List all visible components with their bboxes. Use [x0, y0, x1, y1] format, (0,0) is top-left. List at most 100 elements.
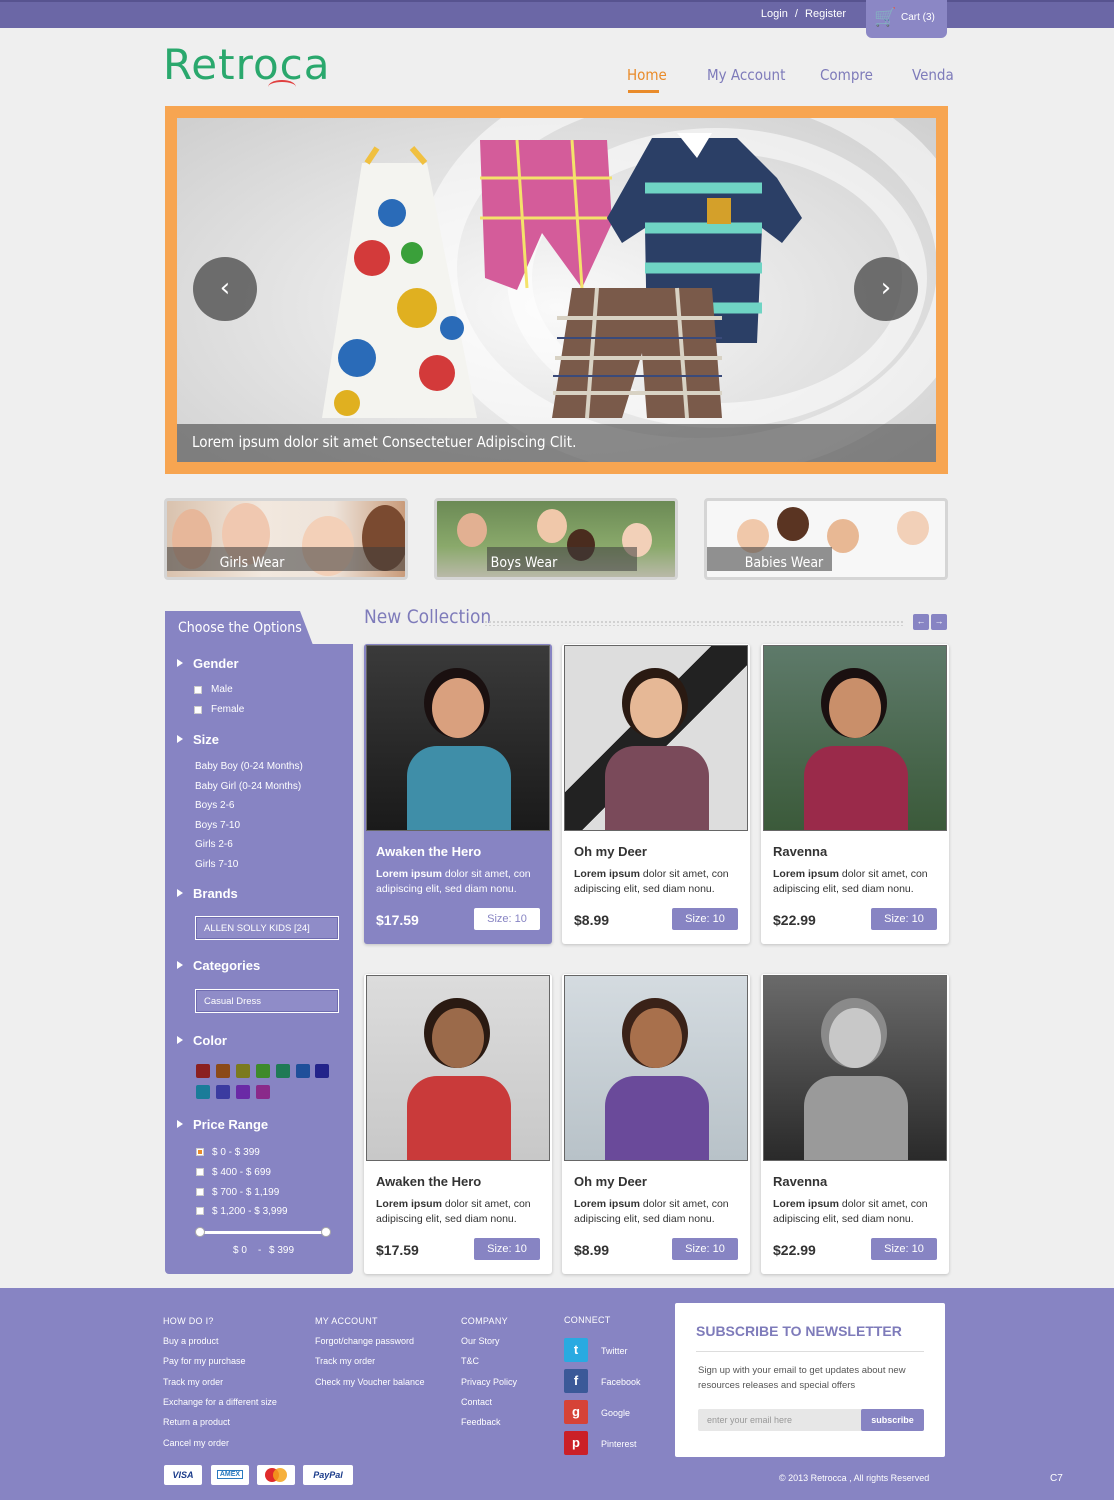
cart-button[interactable]: 🛒 Cart (3) — [866, 0, 947, 38]
color-swatch[interactable] — [315, 1064, 329, 1078]
social-link-label[interactable]: Google — [601, 1408, 630, 1418]
collection-prev-button[interactable]: ← — [913, 614, 929, 630]
register-link[interactable]: Register — [805, 8, 846, 20]
filter-size-heading[interactable]: Size — [176, 732, 219, 747]
google-icon[interactable]: g — [564, 1400, 588, 1424]
price-option-checkbox[interactable] — [196, 1188, 204, 1196]
color-swatch[interactable] — [196, 1085, 210, 1099]
filter-price-heading[interactable]: Price Range — [176, 1117, 268, 1132]
product-name[interactable]: Awaken the Hero — [376, 1174, 481, 1189]
product-name[interactable]: Ravenna — [773, 1174, 827, 1189]
slider-prev-button[interactable]: ‹ — [193, 257, 257, 321]
collection-next-button[interactable]: → — [931, 614, 947, 630]
product-name[interactable]: Ravenna — [773, 844, 827, 859]
size-option[interactable]: Girls 2-6 — [195, 839, 233, 850]
size-option[interactable]: Girls 7-10 — [195, 859, 238, 870]
price-option-checkbox[interactable] — [196, 1168, 204, 1176]
size-option[interactable]: Boys 7-10 — [195, 820, 240, 831]
size-button[interactable]: Size: 10 — [474, 908, 540, 930]
product-card[interactable]: Awaken the Hero Lorem ipsum dolor sit ame… — [364, 974, 552, 1274]
product-photo[interactable] — [366, 645, 550, 831]
size-option[interactable]: Baby Boy (0-24 Months) — [195, 761, 303, 772]
category-boys-wear[interactable]: Boys Wear — [434, 498, 678, 580]
color-swatch[interactable] — [276, 1064, 290, 1078]
pinterest-icon[interactable]: p — [564, 1431, 588, 1455]
gender-female-checkbox[interactable] — [194, 706, 202, 714]
price-option-label: $ 700 - $ 1,199 — [212, 1187, 280, 1198]
price-range-max-handle[interactable] — [321, 1227, 331, 1237]
product-photo[interactable] — [564, 645, 748, 831]
facebook-icon[interactable]: f — [564, 1369, 588, 1393]
product-card[interactable]: Ravenna Lorem ipsum dolor sit amet, con a… — [761, 644, 949, 944]
product-photo[interactable] — [366, 975, 550, 1161]
brand-select[interactable]: ALLEN SOLLY KIDS [24] — [195, 916, 339, 940]
color-swatch[interactable] — [256, 1064, 270, 1078]
footer-link[interactable]: T&C — [461, 1356, 479, 1366]
category-girls-wear[interactable]: Girls Wear — [164, 498, 408, 580]
footer-link[interactable]: Buy a product — [163, 1336, 219, 1346]
subscribe-button[interactable]: subscribe — [861, 1409, 924, 1431]
footer-link[interactable]: Forgot/change password — [315, 1336, 414, 1346]
size-option[interactable]: Boys 2-6 — [195, 800, 234, 811]
filter-categories-heading[interactable]: Categories — [176, 958, 260, 973]
size-button[interactable]: Size: 10 — [871, 908, 937, 930]
color-swatch[interactable] — [216, 1085, 230, 1099]
footer-link[interactable]: Track my order — [163, 1377, 223, 1387]
nav-compre[interactable]: Compre — [820, 66, 873, 84]
size-button[interactable]: Size: 10 — [474, 1238, 540, 1260]
product-card[interactable]: Awaken the Hero Lorem ipsum dolor sit ame… — [364, 644, 552, 944]
product-card[interactable]: Ravenna Lorem ipsum dolor sit amet, con a… — [761, 974, 949, 1274]
product-description: Lorem ipsum dolor sit amet, con adipisci… — [773, 867, 941, 897]
color-swatch[interactable] — [196, 1064, 210, 1078]
price-option-checkbox[interactable] — [196, 1148, 204, 1156]
nav-my-account[interactable]: My Account — [707, 66, 785, 84]
filter-color-heading[interactable]: Color — [177, 1033, 227, 1048]
social-link-label[interactable]: Twitter — [601, 1346, 628, 1356]
photo-face — [457, 513, 487, 547]
footer-link[interactable]: Exchange for a different size — [163, 1397, 277, 1407]
login-link[interactable]: Login — [761, 8, 788, 20]
color-swatch[interactable] — [236, 1085, 250, 1099]
filter-gender-heading[interactable]: Gender — [177, 656, 239, 671]
social-link-label[interactable]: Facebook — [601, 1377, 641, 1387]
footer-link[interactable]: Pay for my purchase — [163, 1356, 246, 1366]
hanger-icon — [268, 80, 296, 94]
size-button[interactable]: Size: 10 — [871, 1238, 937, 1260]
size-button[interactable]: Size: 10 — [672, 1238, 738, 1260]
footer-link[interactable]: Our Story — [461, 1336, 500, 1346]
twitter-icon[interactable]: t — [564, 1338, 588, 1362]
color-swatch[interactable] — [236, 1064, 250, 1078]
color-swatch[interactable] — [296, 1064, 310, 1078]
product-photo[interactable] — [763, 975, 947, 1161]
product-card[interactable]: Oh my Deer Lorem ipsum dolor sit amet, co… — [562, 974, 750, 1274]
footer-link[interactable]: Contact — [461, 1397, 492, 1407]
product-card[interactable]: Oh my Deer Lorem ipsum dolor sit amet, co… — [562, 644, 750, 944]
gender-male-checkbox[interactable] — [194, 686, 202, 694]
color-swatch[interactable] — [216, 1064, 230, 1078]
price-option-checkbox[interactable] — [196, 1207, 204, 1215]
footer-link[interactable]: Check my Voucher balance — [315, 1377, 425, 1387]
slider-next-button[interactable]: › — [854, 257, 918, 321]
footer-link[interactable]: Track my order — [315, 1356, 375, 1366]
category-babies-wear[interactable]: Babies Wear — [704, 498, 948, 580]
nav-venda[interactable]: Venda — [912, 66, 954, 84]
logo[interactable]: Retroca — [163, 40, 330, 89]
footer-link[interactable]: Return a product — [163, 1417, 230, 1427]
footer-link[interactable]: Feedback — [461, 1417, 501, 1427]
category-select[interactable]: Casual Dress — [195, 989, 339, 1013]
product-photo[interactable] — [564, 975, 748, 1161]
product-name[interactable]: Oh my Deer — [574, 844, 647, 859]
product-description-bold: Lorem ipsum — [376, 1198, 442, 1210]
size-button[interactable]: Size: 10 — [672, 908, 738, 930]
nav-home[interactable]: Home — [627, 66, 667, 84]
size-option[interactable]: Baby Girl (0-24 Months) — [195, 781, 301, 792]
social-link-label[interactable]: Pinterest — [601, 1439, 637, 1449]
filter-brands-heading[interactable]: Brands — [177, 886, 238, 901]
product-name[interactable]: Awaken the Hero — [376, 844, 481, 859]
footer-link[interactable]: Cancel my order — [163, 1438, 229, 1448]
product-name[interactable]: Oh my Deer — [574, 1174, 647, 1189]
footer-link[interactable]: Privacy Policy — [461, 1377, 517, 1387]
product-photo[interactable] — [763, 645, 947, 831]
color-swatch[interactable] — [256, 1085, 270, 1099]
price-range-min-handle[interactable] — [195, 1227, 205, 1237]
